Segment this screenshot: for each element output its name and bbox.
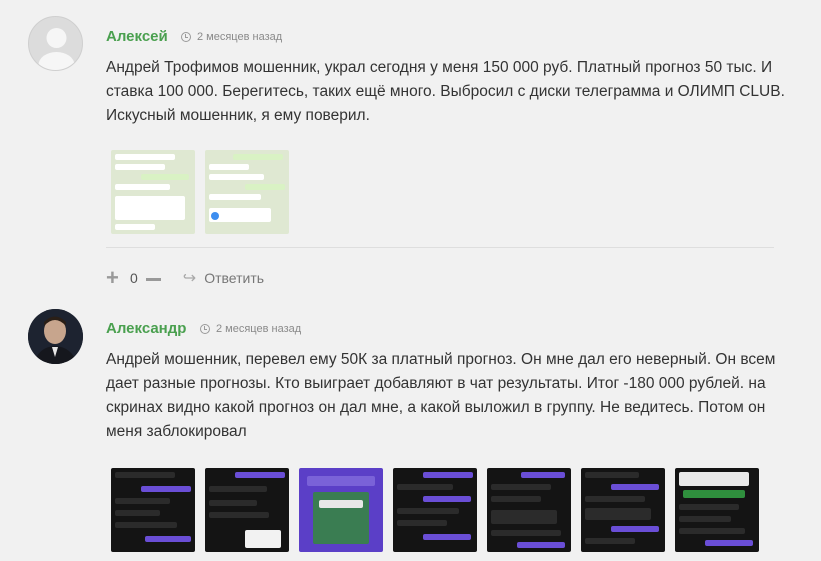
clock-icon bbox=[181, 32, 191, 42]
attachment-thumbnail[interactable] bbox=[675, 468, 759, 552]
comment-time: 2 месяцев назад bbox=[200, 323, 301, 335]
attachments bbox=[111, 150, 289, 234]
attachments bbox=[111, 468, 759, 552]
comment-author[interactable]: Алексей bbox=[106, 28, 168, 45]
reply-button[interactable]: ↪ Ответить bbox=[183, 268, 264, 288]
reply-label: Ответить bbox=[204, 270, 265, 286]
attachment-thumbnail[interactable] bbox=[393, 468, 477, 552]
clock-icon bbox=[200, 324, 210, 334]
attachment-thumbnail[interactable] bbox=[111, 468, 195, 552]
comment-time-text: 2 месяцев назад bbox=[197, 31, 283, 43]
attachment-thumbnail[interactable] bbox=[205, 468, 289, 552]
attachment-thumbnail[interactable] bbox=[581, 468, 665, 552]
attachment-thumbnail[interactable] bbox=[111, 150, 195, 234]
avatar[interactable] bbox=[28, 309, 83, 364]
avatar[interactable] bbox=[28, 16, 83, 71]
comment-time-text: 2 месяцев назад bbox=[216, 323, 302, 335]
comment-text: Андрей мошенник, перевел ему 50К за плат… bbox=[106, 351, 776, 440]
attachment-thumbnail[interactable] bbox=[299, 468, 383, 552]
vote-count: 0 bbox=[130, 270, 138, 286]
comment-author[interactable]: Александр bbox=[106, 320, 186, 337]
divider bbox=[106, 247, 774, 248]
comment-actions: + 0 ↪ Ответить bbox=[106, 265, 264, 291]
reply-arrow-icon: ↪ bbox=[182, 270, 197, 287]
attachment-thumbnail[interactable] bbox=[487, 468, 571, 552]
minus-icon[interactable] bbox=[145, 277, 161, 281]
plus-icon[interactable]: + bbox=[106, 265, 122, 291]
comment-time: 2 месяцев назад bbox=[181, 31, 282, 43]
user-photo-icon bbox=[28, 309, 83, 364]
user-silhouette-icon bbox=[38, 28, 75, 70]
comment-text: Андрей Трофимов мошенник, украл сегодня … bbox=[106, 59, 785, 124]
attachment-thumbnail[interactable] bbox=[205, 150, 289, 234]
